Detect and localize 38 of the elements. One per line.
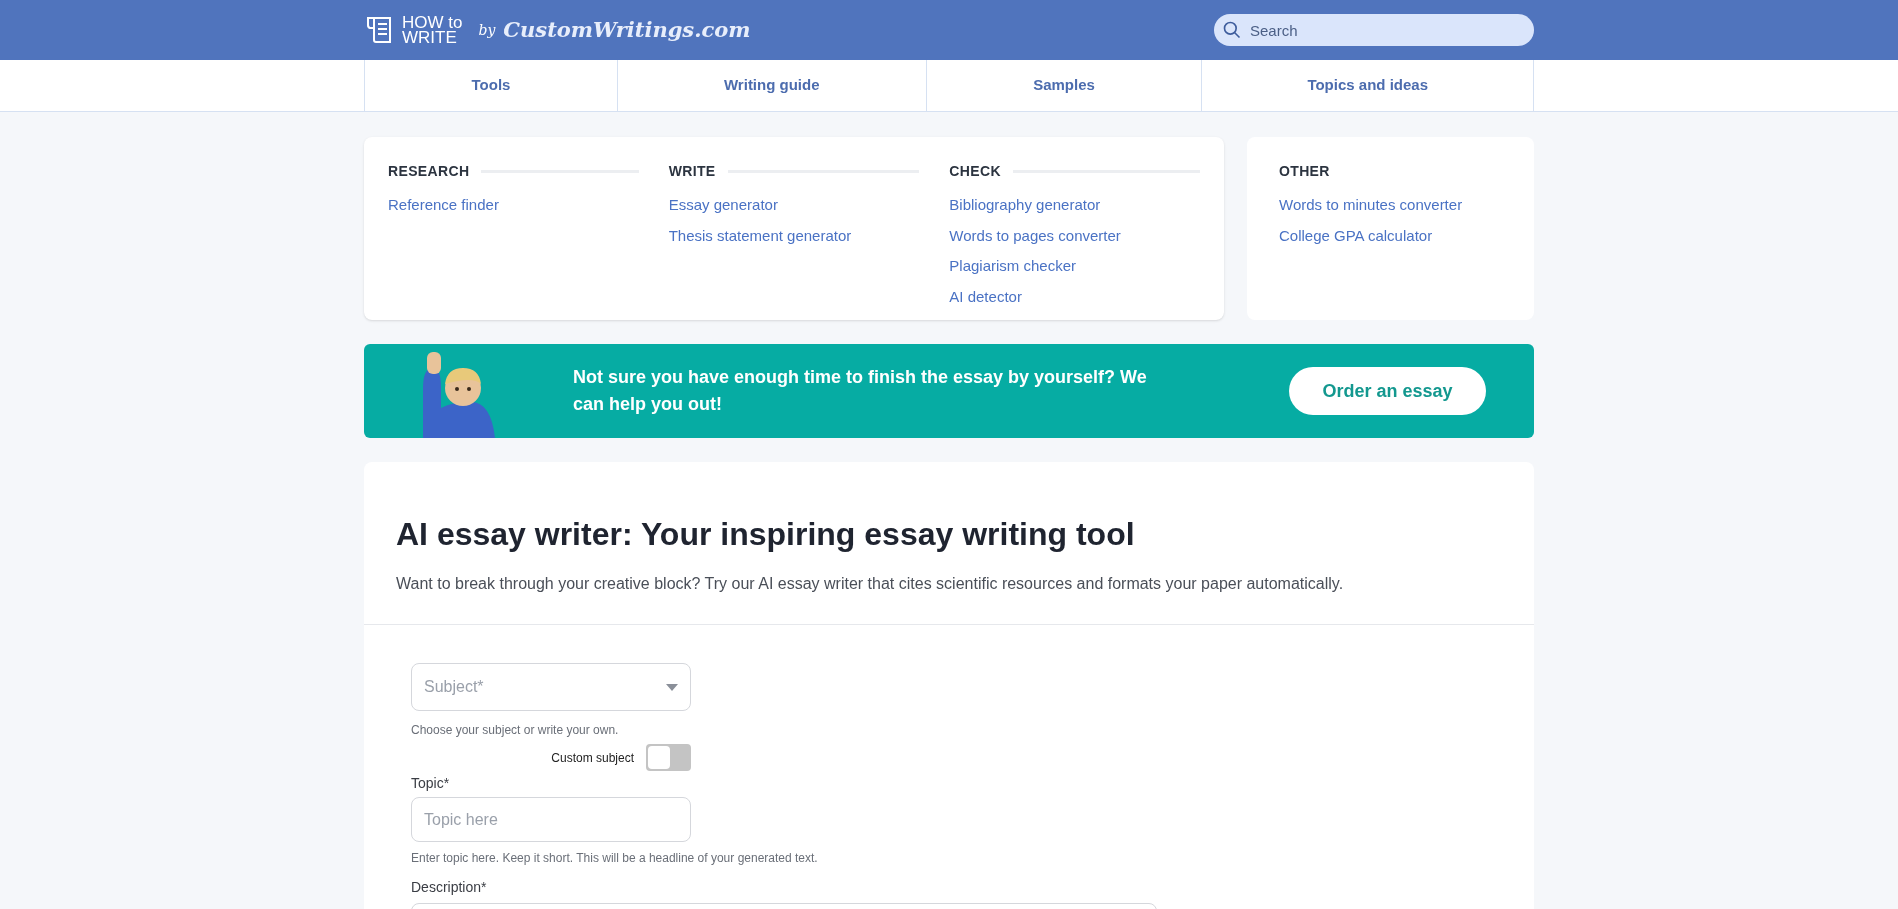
logo-text: HOW to — [402, 15, 463, 30]
select-placeholder: Subject* — [424, 677, 484, 697]
tool-link[interactable]: Words to minutes converter — [1279, 194, 1463, 217]
group-heading: RESEARCH — [388, 162, 470, 181]
subject-select[interactable]: Subject* — [411, 663, 691, 711]
nav-tab[interactable]: Topics and ideas — [1201, 60, 1534, 111]
order-button[interactable]: Order an essay — [1289, 367, 1486, 415]
tool-link[interactable]: Reference finder — [388, 194, 499, 217]
tool-link[interactable]: Bibliography generator — [949, 194, 1101, 217]
field-label: Topic* — [411, 774, 451, 793]
group-heading: CHECK — [949, 162, 1001, 181]
logo-text: WRITE — [402, 30, 458, 45]
nav-tab[interactable]: Tools — [364, 60, 617, 111]
tool-link[interactable]: Words to pages converter — [949, 224, 1121, 247]
field-label: Description* — [411, 878, 488, 897]
caret-icon — [666, 683, 678, 691]
search-icon — [1222, 20, 1242, 40]
brand-logo-text: CustomWritings.com — [503, 16, 751, 45]
nav-tab[interactable]: Writing guide — [616, 60, 926, 111]
hint-text: Choose your subject or write your own. — [411, 722, 620, 739]
custom-subject-toggle[interactable] — [646, 744, 691, 771]
search-field[interactable]: Search — [1214, 14, 1534, 46]
tool-link[interactable]: Thesis statement generator — [668, 224, 852, 247]
logo-by: by — [478, 20, 496, 40]
tool-link[interactable]: AI detector — [949, 285, 1022, 308]
group-heading: WRITE — [668, 162, 716, 181]
toggle-label: Custom subject — [551, 749, 634, 767]
page-title: AI essay writer: Your inspiring essay writing tool — [396, 515, 1136, 554]
banner-text: Not sure you have enough time to finish the essay by yourself? We can help you out! — [573, 366, 1148, 416]
topic-field[interactable]: Topic here — [411, 797, 691, 842]
tool-link[interactable]: Essay generator — [668, 194, 778, 217]
intro-text: Want to break through your creative block? Try our AI essay writer that cites scientific resources and formats your paper automatically. — [396, 574, 1345, 594]
nav-tab[interactable]: Samples — [925, 60, 1202, 111]
scroll-icon — [364, 15, 394, 45]
tool-link[interactable]: Plagiarism checker — [949, 255, 1077, 278]
hint-text: Enter topic here. Keep it short. This will be a headline of your generated text. — [411, 850, 819, 867]
tool-link[interactable]: College GPA calculator — [1279, 224, 1433, 247]
group-heading: OTHER — [1279, 162, 1331, 181]
